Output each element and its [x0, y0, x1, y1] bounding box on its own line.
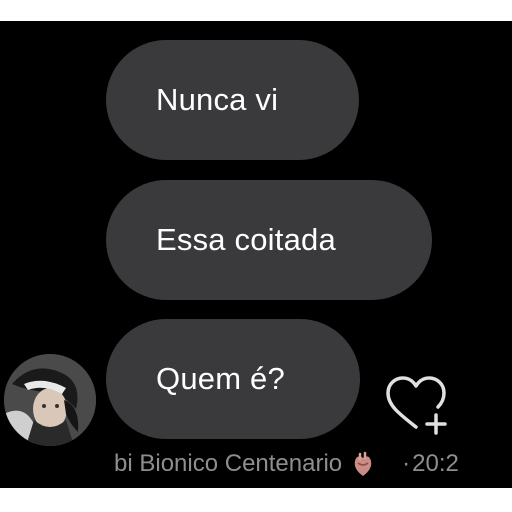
anatomical-heart-icon: [352, 451, 374, 477]
message-text: Essa coitada: [156, 222, 336, 257]
separator: ·: [402, 450, 411, 477]
message-bubble[interactable]: Quem é?: [106, 319, 360, 439]
avatar[interactable]: [4, 354, 96, 446]
avatar-image: [4, 354, 96, 446]
message-text: Nunca vi: [156, 82, 279, 117]
reaction-username: bi Bionico Centenario: [114, 450, 343, 477]
chat-thread: Nunca vi Essa coitada Quem é? bi Bionico…: [0, 21, 512, 488]
message-bubble[interactable]: Essa coitada: [106, 180, 432, 300]
message-bubble[interactable]: Nunca vi: [106, 40, 359, 160]
heart-plus-icon[interactable]: [384, 375, 448, 435]
reaction-info[interactable]: bi Bionico Centenario · 20:2: [114, 449, 459, 479]
message-text: Quem é?: [156, 361, 285, 396]
timestamp: 20:2: [412, 450, 459, 477]
